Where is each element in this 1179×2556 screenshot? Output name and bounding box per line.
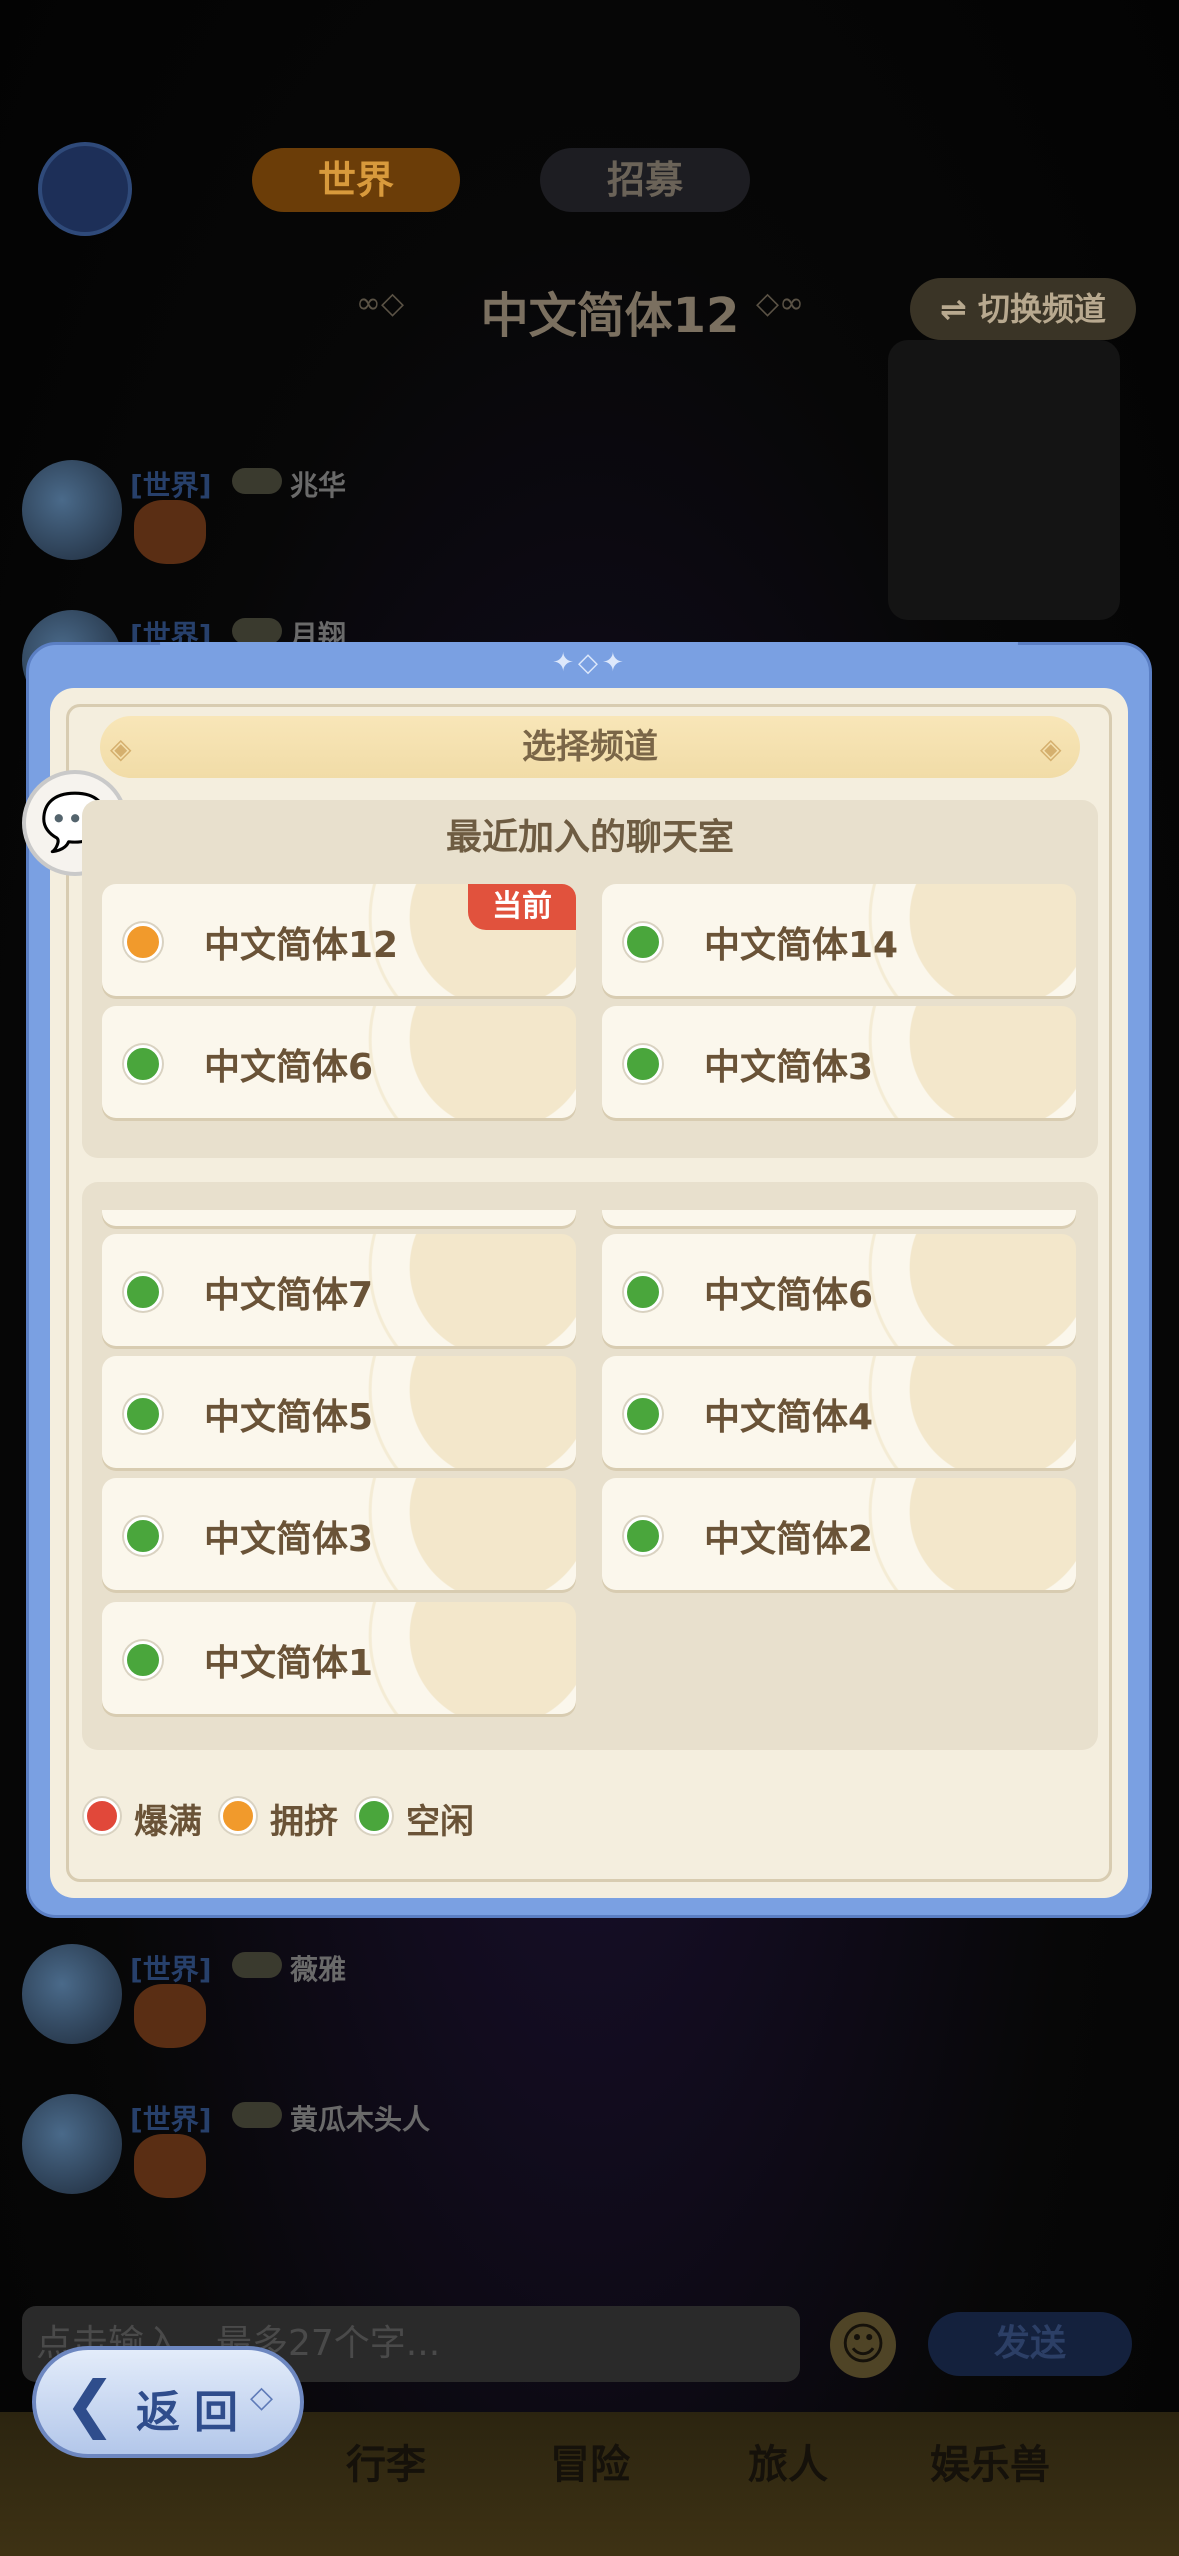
channel-card[interactable]: 中文简体14: [602, 884, 1076, 996]
status-dot-icon: [124, 923, 162, 961]
tab-recruit[interactable]: 招募: [540, 148, 750, 212]
back-ornament-icon: ◇: [250, 2380, 274, 2415]
legend-idle: 空闲: [406, 1802, 474, 1842]
full-status-icon: [84, 1798, 120, 1834]
channel-name: 中文简体6: [704, 1275, 874, 1316]
nav-travelers[interactable]: 旅人: [748, 2432, 828, 2490]
channel-card[interactable]: 中文简体4: [602, 1356, 1076, 1468]
channel-card[interactable]: 中文简体5: [102, 1356, 576, 1468]
emoji-icon[interactable]: ☺: [830, 2312, 896, 2378]
nav-luggage[interactable]: 行李: [346, 2432, 426, 2490]
pet-sticker: [134, 2134, 206, 2198]
sender-avatar[interactable]: [22, 2094, 122, 2194]
chat-message: [世界] 兆华: [22, 460, 822, 580]
title-ornament-right-icon: ◇∞: [756, 286, 805, 321]
channel-name: 中文简体3: [704, 1047, 874, 1088]
status-dot-icon: [624, 1517, 662, 1555]
current-badge: 当前: [468, 884, 576, 930]
channel-card-partial[interactable]: [102, 1210, 576, 1226]
channel-card[interactable]: 中文简体6: [102, 1006, 576, 1118]
channel-card[interactable]: 中文简体3: [102, 1478, 576, 1590]
chat-message: [世界] 薇雅: [22, 1944, 822, 2064]
channel-card[interactable]: 中文简体7: [102, 1234, 576, 1346]
status-dot-icon: [624, 1395, 662, 1433]
channel-card[interactable]: 中文简体1: [102, 1602, 576, 1714]
pet-icon: [232, 618, 282, 644]
status-dot-icon: [624, 1273, 662, 1311]
chat-channel-tag: [世界]: [130, 469, 212, 502]
title-ornament-left-icon: ∞◇: [356, 286, 405, 321]
back-label: 返回: [136, 2387, 252, 2438]
status-dot-icon: [624, 1045, 662, 1083]
back-arrow-icon: ❮: [64, 2367, 116, 2440]
modal-title: 选择频道: [522, 727, 658, 767]
channel-card[interactable]: 中文简体2: [602, 1478, 1076, 1590]
sender-name[interactable]: 兆华: [290, 464, 346, 504]
legend-full: 爆满: [134, 1802, 202, 1842]
sender-avatar[interactable]: [22, 1944, 122, 2044]
chat-channel-tag: [世界]: [130, 2103, 212, 2136]
sender-name[interactable]: 黄瓜木头人: [290, 2098, 430, 2138]
channel-name: 中文简体2: [704, 1519, 874, 1560]
nav-entertainment[interactable]: 娱乐兽: [930, 2432, 1050, 2490]
sender-avatar[interactable]: [22, 460, 122, 560]
switch-channel-button[interactable]: ⇌ 切换频道: [910, 278, 1136, 340]
status-dot-icon: [624, 923, 662, 961]
status-dot-icon: [124, 1395, 162, 1433]
chat-message: [世界] 黄瓜木头人: [22, 2094, 822, 2214]
channel-card-partial[interactable]: [602, 1210, 1076, 1226]
channel-name: 中文简体7: [204, 1275, 374, 1316]
nav-adventure[interactable]: 冒险: [550, 2432, 630, 2490]
tab-world[interactable]: 世界: [252, 148, 460, 212]
recent-channels-title: 最近加入的聊天室: [445, 817, 734, 858]
sender-name[interactable]: 薇雅: [290, 1948, 346, 1988]
legend-crowded: 拥挤: [270, 1802, 338, 1842]
pet-sticker: [134, 500, 206, 564]
channel-name: 中文简体12: [204, 925, 399, 966]
channel-title: 中文简体12: [480, 288, 740, 344]
pet-sticker: [134, 1984, 206, 2048]
status-dot-icon: [124, 1517, 162, 1555]
status-dot-icon: [124, 1641, 162, 1679]
pet-icon: [232, 468, 282, 494]
activity-panel: [888, 340, 1120, 620]
channel-card[interactable]: 中文简体3: [602, 1006, 1076, 1118]
channel-name: 中文简体6: [204, 1047, 374, 1088]
player-avatar[interactable]: [38, 142, 132, 236]
idle-status-icon: [356, 1798, 392, 1834]
modal-ornament-icon: ✦◇✦: [552, 648, 628, 678]
channel-name: 中文简体4: [704, 1397, 874, 1438]
channel-card[interactable]: 中文简体12 当前: [102, 884, 576, 996]
chat-channel-tag: [世界]: [130, 1953, 212, 1986]
pet-icon: [232, 1952, 282, 1978]
channel-name: 中文简体3: [204, 1519, 374, 1560]
status-dot-icon: [124, 1045, 162, 1083]
send-button[interactable]: 发送: [928, 2312, 1132, 2376]
channel-name: 中文简体14: [704, 925, 899, 966]
back-button[interactable]: ❮ 返回 ◇: [32, 2346, 304, 2458]
crowded-status-icon: [220, 1798, 256, 1834]
channel-name: 中文简体5: [204, 1397, 374, 1438]
channel-name: 中文简体1: [204, 1643, 374, 1684]
channel-card[interactable]: 中文简体6: [602, 1234, 1076, 1346]
status-dot-icon: [124, 1273, 162, 1311]
pet-icon: [232, 2102, 282, 2128]
